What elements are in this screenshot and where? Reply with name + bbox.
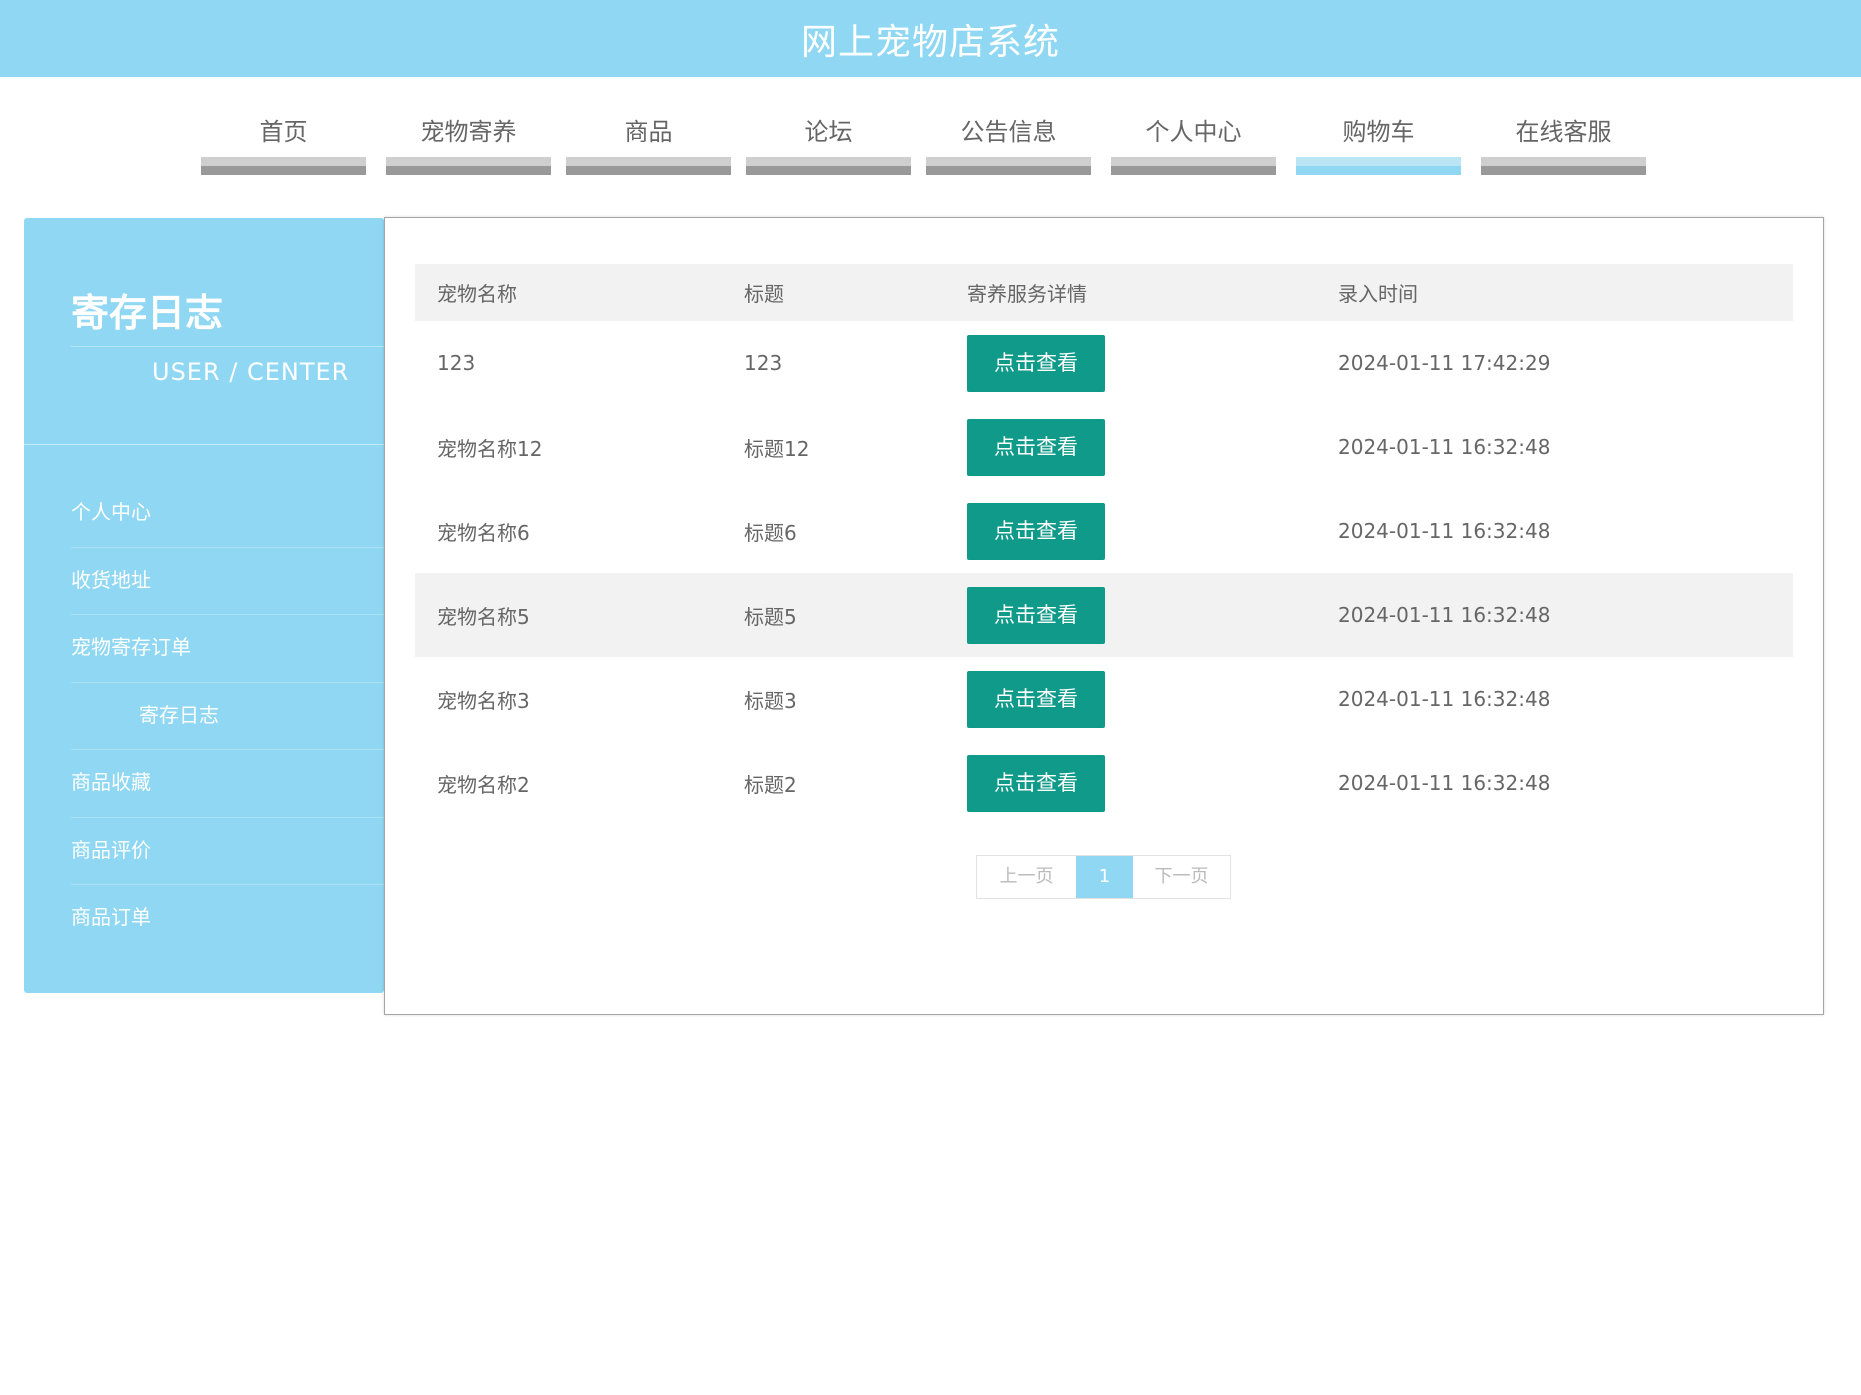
- sidebar: 寄存日志 USER / CENTER 个人中心 收货地址 宠物寄存订单 寄存日志…: [24, 218, 384, 993]
- nav-item-pet-boarding[interactable]: 宠物寄养: [386, 100, 551, 175]
- nav-item-label: 论坛: [804, 118, 853, 146]
- nav-item-bar: [1296, 157, 1461, 175]
- sidebar-divider: [24, 444, 384, 445]
- column-header-created-time: 录入时间: [1316, 264, 1793, 321]
- nav-item-bar: [1481, 157, 1646, 175]
- sidebar-subtitle: USER / CENTER: [152, 358, 350, 386]
- cell-title: 标题12: [744, 436, 810, 461]
- sidebar-item-personal-center[interactable]: 个人中心: [24, 488, 384, 556]
- cell-details: 点击查看: [945, 321, 1316, 405]
- cell-title: 标题3: [744, 688, 797, 713]
- sidebar-item-reviews[interactable]: 商品评价: [24, 826, 384, 894]
- table-row: 宠物名称12 标题12 点击查看 2024-01-11 16:32:48: [415, 405, 1793, 489]
- sidebar-item-label: 宠物寄存订单: [71, 635, 191, 659]
- next-page-button[interactable]: 下一页: [1133, 856, 1230, 898]
- sidebar-title-divider: [71, 346, 384, 347]
- page-number-button[interactable]: 1: [1076, 856, 1133, 898]
- sidebar-item-label: 收货地址: [71, 567, 151, 592]
- cell-details: 点击查看: [945, 489, 1316, 573]
- sidebar-item-boarding-log[interactable]: 寄存日志: [24, 691, 384, 759]
- cell-time: 2024-01-11 16:32:48: [1338, 771, 1551, 795]
- view-details-button[interactable]: 点击查看: [967, 334, 1105, 392]
- cell-title: 标题2: [744, 772, 797, 797]
- nav-item-bar: [746, 157, 911, 175]
- column-header-service-details: 寄养服务详情: [945, 264, 1316, 321]
- table-row: 123 123 点击查看 2024-01-11 17:42:29: [415, 321, 1793, 405]
- nav-item-customer-service[interactable]: 在线客服: [1481, 100, 1646, 175]
- cell-details: 点击查看: [945, 657, 1316, 741]
- view-details-button[interactable]: 点击查看: [967, 754, 1105, 812]
- sidebar-item-label: 寄存日志: [139, 702, 219, 727]
- column-header-pet-name: 宠物名称: [415, 264, 722, 321]
- cell-pet-name: 宠物名称3: [437, 688, 530, 713]
- sidebar-menu: 个人中心 收货地址 宠物寄存订单 寄存日志 商品收藏 商品评价 商品订单: [24, 488, 384, 961]
- site-title: 网上宠物店系统: [800, 21, 1060, 63]
- nav-item-label: 购物车: [1342, 118, 1415, 146]
- nav-item-home[interactable]: 首页: [201, 100, 366, 175]
- sidebar-item-favorites[interactable]: 商品收藏: [24, 758, 384, 826]
- content-panel: 宠物名称 标题 寄养服务详情 录入时间 123 123 点击查看 2024-01…: [384, 217, 1824, 1015]
- cell-details: 点击查看: [945, 405, 1316, 489]
- site-header: 网上宠物店系统: [0, 0, 1861, 77]
- nav-item-forum[interactable]: 论坛: [746, 100, 911, 175]
- cell-pet-name: 宠物名称5: [415, 573, 722, 657]
- cell-pet-name: 宠物名称2: [437, 772, 530, 797]
- nav-item-products[interactable]: 商品: [566, 100, 731, 175]
- sidebar-item-label: 个人中心: [71, 500, 151, 524]
- nav-item-personal-center[interactable]: 个人中心: [1111, 100, 1276, 175]
- sidebar-item-label: 商品评价: [71, 837, 151, 862]
- cell-pet-name: 123: [437, 351, 476, 375]
- table-header-row: 宠物名称 标题 寄养服务详情 录入时间: [415, 264, 1793, 321]
- table-row: 宠物名称2 标题2 点击查看 2024-01-11 16:32:48: [415, 741, 1793, 825]
- cell-pet-name: 宠物名称12: [437, 436, 543, 461]
- cell-time: 2024-01-11 16:32:48: [1338, 519, 1551, 543]
- nav-item-label: 首页: [259, 118, 308, 146]
- boarding-log-table: 宠物名称 标题 寄养服务详情 录入时间 123 123 点击查看 2024-01…: [415, 264, 1793, 825]
- view-details-button[interactable]: 点击查看: [967, 670, 1105, 728]
- nav-item-bar: [201, 157, 366, 175]
- cell-time: 2024-01-11 16:32:48: [1316, 573, 1793, 657]
- cell-title: 123: [744, 351, 783, 375]
- cell-title: 标题6: [744, 520, 797, 545]
- view-details-button[interactable]: 点击查看: [967, 418, 1105, 476]
- view-details-button[interactable]: 点击查看: [967, 502, 1105, 560]
- cell-title: 标题5: [722, 573, 945, 657]
- nav-item-cart[interactable]: 购物车: [1296, 100, 1461, 175]
- nav-item-label: 在线客服: [1515, 118, 1612, 146]
- cell-time: 2024-01-11 16:32:48: [1338, 687, 1551, 711]
- cell-details: 点击查看: [945, 573, 1316, 657]
- nav-item-label: 公告信息: [960, 118, 1057, 146]
- cell-time: 2024-01-11 16:32:48: [1338, 435, 1551, 459]
- nav-item-bar: [926, 157, 1091, 175]
- view-details-button[interactable]: 点击查看: [967, 586, 1105, 644]
- nav-item-label: 宠物寄养: [420, 118, 517, 146]
- sidebar-item-label: 商品订单: [71, 905, 151, 929]
- sidebar-item-boarding-orders[interactable]: 宠物寄存订单: [24, 623, 384, 691]
- cell-details: 点击查看: [945, 741, 1316, 825]
- main-nav: 首页 宠物寄养 商品 论坛 公告信息 个人中心 购物车 在线客服: [0, 100, 1861, 175]
- nav-item-label: 个人中心: [1145, 118, 1242, 146]
- cell-pet-name: 宠物名称6: [437, 520, 530, 545]
- table-row: 宠物名称5 标题5 点击查看 2024-01-11 16:32:48: [415, 573, 1793, 657]
- pagination: 上一页 1 下一页: [976, 855, 1231, 899]
- sidebar-item-product-orders[interactable]: 商品订单: [24, 893, 384, 961]
- nav-item-bar: [386, 157, 551, 175]
- table-row: 宠物名称3 标题3 点击查看 2024-01-11 16:32:48: [415, 657, 1793, 741]
- table-row: 宠物名称6 标题6 点击查看 2024-01-11 16:32:48: [415, 489, 1793, 573]
- nav-item-label: 商品: [624, 118, 673, 146]
- nav-item-bar: [1111, 157, 1276, 175]
- sidebar-title: 寄存日志: [71, 291, 224, 335]
- column-header-title: 标题: [722, 264, 945, 321]
- prev-page-button[interactable]: 上一页: [977, 856, 1076, 898]
- sidebar-item-label: 商品收藏: [71, 770, 151, 794]
- nav-item-bar: [566, 157, 731, 175]
- cell-time: 2024-01-11 17:42:29: [1338, 351, 1551, 375]
- sidebar-item-shipping-address[interactable]: 收货地址: [24, 556, 384, 624]
- nav-item-announcements[interactable]: 公告信息: [926, 100, 1091, 175]
